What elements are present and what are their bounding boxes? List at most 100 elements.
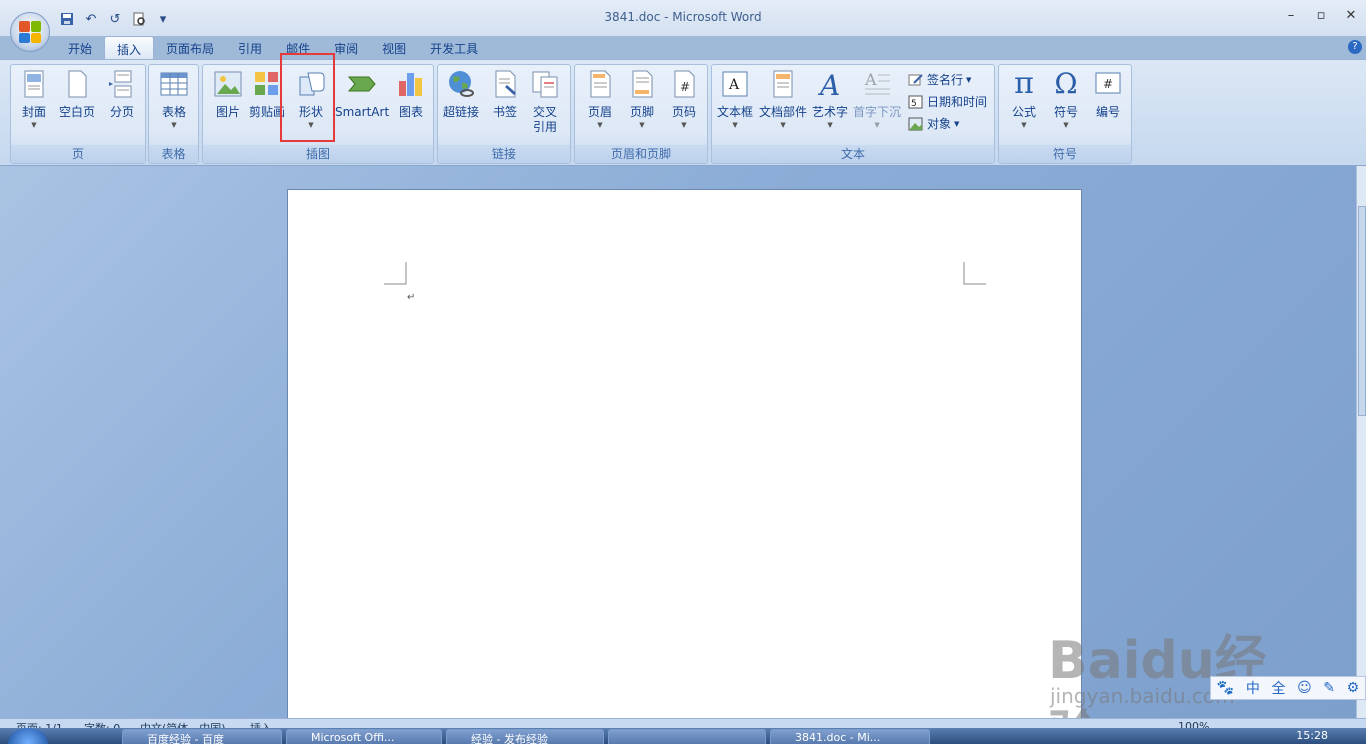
settings-icon[interactable]: ⚙ <box>1347 680 1360 696</box>
status-zoom[interactable]: 100% <box>1178 720 1209 728</box>
status-bar: 页面: 1/1 字数: 0 中文(简体，中国) 插入 100% <box>0 718 1366 728</box>
task-app[interactable] <box>608 729 766 744</box>
svg-text:A: A <box>728 77 740 93</box>
office-button[interactable] <box>10 12 50 52</box>
quick-parts-icon <box>768 69 798 99</box>
start-button[interactable] <box>8 728 48 744</box>
bookmark-button[interactable]: 书签 <box>490 69 520 120</box>
table-button[interactable]: 表格 ▼ <box>159 69 189 130</box>
cross-reference-icon <box>530 69 560 99</box>
pi-icon: π <box>1014 66 1034 101</box>
wordart-button[interactable]: A 艺术字 ▼ <box>812 69 848 130</box>
title-bar: ↶ ↺ ▾ 3841.doc - Microsoft Word – ▫ ✕ <box>0 0 1366 36</box>
tab-developer[interactable]: 开发工具 <box>418 36 490 60</box>
status-words[interactable]: 字数: 0 <box>84 720 120 728</box>
page-number-icon: # <box>669 69 699 99</box>
cross-reference-button[interactable]: 交叉 引用 <box>530 69 560 135</box>
fullwidth-icon[interactable]: 全 <box>1271 678 1285 698</box>
tab-home[interactable]: 开始 <box>56 36 104 60</box>
group-page: 封面 ▼ 空白页 分页 页 <box>10 64 146 164</box>
blank-page-button[interactable]: 空白页 <box>59 69 95 120</box>
tab-insert[interactable]: 插入 <box>104 36 155 60</box>
group-label-page: 页 <box>11 145 145 163</box>
office-logo-icon <box>19 21 41 43</box>
dropcap-button[interactable]: A 首字下沉 ▼ <box>853 69 901 130</box>
svg-text:#: # <box>680 80 690 94</box>
ribbon-tabs: 开始 插入 页面布局 引用 邮件 审阅 视图 开发工具 <box>56 36 490 60</box>
status-insert[interactable]: 插入 <box>250 720 272 728</box>
chevron-down-icon: ▼ <box>597 121 603 129</box>
status-page[interactable]: 页面: 1/1 <box>16 720 63 728</box>
scrollbar-thumb[interactable] <box>1358 206 1366 416</box>
picture-icon <box>213 69 243 99</box>
date-time-button[interactable]: 5 日期和时间 <box>908 93 987 110</box>
dropcap-icon: A <box>862 69 892 99</box>
group-table: 表格 ▼ 表格 <box>148 64 199 164</box>
vertical-scrollbar[interactable] <box>1356 166 1366 718</box>
smartart-button[interactable]: SmartArt <box>335 69 389 120</box>
paragraph-mark: ↵ <box>407 292 416 303</box>
status-language[interactable]: 中文(简体，中国) <box>140 720 226 728</box>
ribbon: 封面 ▼ 空白页 分页 页 表格 ▼ 表格 图片 剪贴画 形状 ▼ SmartA… <box>0 59 1366 166</box>
chevron-down-icon: ▼ <box>780 121 786 129</box>
chevron-down-icon: ▼ <box>732 121 738 129</box>
textbox-icon: A <box>720 69 750 99</box>
task-experience[interactable]: 经验 - 发布经验 <box>446 729 604 744</box>
chevron-down-icon: ▼ <box>966 75 972 84</box>
object-button[interactable]: 对象 ▼ <box>908 115 959 132</box>
clock[interactable]: 15:28 <box>1296 729 1328 742</box>
minimize-button[interactable]: – <box>1276 8 1306 28</box>
crop-mark-top-right <box>963 262 986 285</box>
paw-icon[interactable]: 🐾 <box>1217 680 1234 696</box>
wordart-icon: A <box>815 69 845 102</box>
task-word[interactable]: 3841.doc - Mi... <box>770 729 930 744</box>
group-label-symbols: 符号 <box>999 145 1131 163</box>
calendar-icon: 5 <box>908 95 924 109</box>
svg-text:5: 5 <box>911 99 917 109</box>
group-label-links: 链接 <box>438 145 570 163</box>
tab-references[interactable]: 引用 <box>226 36 274 60</box>
textbox-button[interactable]: A 文本框 ▼ <box>717 69 753 130</box>
chevron-down-icon: ▼ <box>681 121 687 129</box>
chevron-down-icon: ▼ <box>827 121 833 129</box>
chart-button[interactable]: 图表 <box>396 69 426 120</box>
table-icon <box>159 69 189 99</box>
cover-page-button[interactable]: 封面 ▼ <box>19 69 49 130</box>
group-symbols: π 公式 ▼ Ω 符号 ▼ # 编号 符号 <box>998 64 1132 164</box>
numbering-icon: # <box>1093 69 1123 99</box>
footer-button[interactable]: 页脚 ▼ <box>627 69 657 130</box>
equation-button[interactable]: π 公式 ▼ <box>1009 69 1039 130</box>
numbering-button[interactable]: # 编号 <box>1093 69 1123 120</box>
task-office[interactable]: Microsoft Offi... <box>286 729 442 744</box>
page-number-button[interactable]: # 页码 ▼ <box>669 69 699 130</box>
emoji-icon[interactable]: ☺ <box>1297 680 1312 696</box>
pen-icon[interactable]: ✎ <box>1323 680 1335 696</box>
chinese-mode-icon[interactable]: 中 <box>1246 678 1260 698</box>
header-button[interactable]: 页眉 ▼ <box>585 69 615 130</box>
picture-button[interactable]: 图片 <box>213 69 243 120</box>
symbol-button[interactable]: Ω 符号 ▼ <box>1051 69 1081 130</box>
window-title: 3841.doc - Microsoft Word <box>604 10 762 24</box>
document-page[interactable]: ↵ <box>287 189 1082 718</box>
chevron-down-icon: ▼ <box>874 121 880 129</box>
group-label-text: 文本 <box>712 145 994 163</box>
tab-view[interactable]: 视图 <box>370 36 418 60</box>
globe-link-icon <box>446 69 476 99</box>
page-break-button[interactable]: 分页 <box>107 69 137 120</box>
header-icon <box>585 69 615 99</box>
task-browser[interactable]: 百度经验 - 百度 <box>122 729 282 744</box>
tab-page-layout[interactable]: 页面布局 <box>154 36 226 60</box>
close-button[interactable]: ✕ <box>1336 8 1366 28</box>
help-icon[interactable]: ? <box>1348 40 1362 54</box>
ime-toolbar: 🐾 中 全 ☺ ✎ ⚙ <box>1210 676 1366 700</box>
bookmark-icon <box>490 69 520 99</box>
group-links: 超链接 书签 交叉 引用 链接 <box>437 64 571 164</box>
signature-line-button[interactable]: 签名行 ▼ <box>908 71 971 88</box>
document-area[interactable]: ↵ <box>0 166 1356 718</box>
maximize-button[interactable]: ▫ <box>1306 8 1336 28</box>
quick-parts-button[interactable]: 文档部件 ▼ <box>759 69 807 130</box>
clipart-icon <box>252 69 282 99</box>
hyperlink-button[interactable]: 超链接 <box>443 69 479 120</box>
cover-page-icon <box>19 69 49 99</box>
chevron-down-icon: ▼ <box>1063 121 1069 129</box>
